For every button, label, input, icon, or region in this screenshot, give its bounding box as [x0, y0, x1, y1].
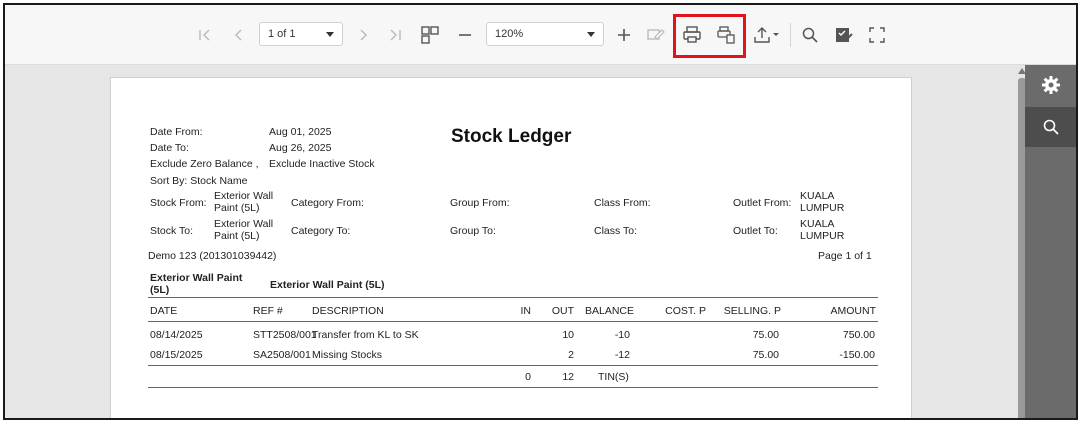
- right-sidebar: [1025, 65, 1076, 418]
- stock-from-label: Stock From:: [150, 197, 207, 209]
- outlet-to-value: KUALA LUMPUR: [800, 218, 845, 242]
- multipage-view-button[interactable]: [417, 22, 443, 48]
- table-top-rule: [148, 297, 878, 298]
- stock-from-value: Exterior Wall Paint (5L): [214, 190, 274, 214]
- stock-to-value: Exterior Wall Paint (5L): [214, 218, 274, 242]
- chevron-right-icon: [360, 29, 367, 41]
- zoom-out-button[interactable]: [453, 22, 477, 48]
- cell-balance: -10: [614, 329, 630, 341]
- stock-to-label: Stock To:: [150, 225, 193, 237]
- chevron-down-icon: [587, 32, 595, 37]
- outlet-from-value: KUALA LUMPUR: [800, 190, 845, 214]
- cell-balance: -12: [614, 349, 630, 361]
- options-zero-balance: Exclude Zero Balance ,: [150, 158, 259, 170]
- first-page-button[interactable]: [195, 22, 215, 48]
- col-date: DATE: [150, 305, 178, 317]
- cell-out: 10: [562, 329, 574, 341]
- totals-bottom-rule: [148, 387, 878, 388]
- last-page-button[interactable]: [385, 22, 405, 48]
- previous-page-button[interactable]: [229, 22, 249, 48]
- toolbar-divider: [790, 23, 791, 47]
- sort-by: Sort By: Stock Name: [150, 175, 248, 187]
- col-out: OUT: [551, 305, 574, 317]
- search-icon: [802, 27, 818, 43]
- item-code: Exterior Wall Paint (5L): [150, 272, 243, 296]
- toolbar: 1 of 1 120%: [5, 5, 1076, 65]
- page-select-value: 1 of 1: [268, 28, 296, 40]
- col-selling: SELLING. P: [723, 305, 781, 317]
- table-header-rule: [148, 321, 878, 322]
- next-page-button[interactable]: [353, 22, 373, 48]
- category-to-label: Category To:: [291, 225, 351, 237]
- group-from-label: Group From:: [450, 197, 510, 209]
- group-to-label: Group To:: [450, 225, 496, 237]
- search-icon: [1043, 119, 1059, 135]
- class-to-label: Class To:: [594, 225, 637, 237]
- page-info: Page 1 of 1: [818, 250, 872, 262]
- col-cost: COST. P: [665, 305, 706, 317]
- last-page-icon: [390, 29, 401, 41]
- parameters-icon: [836, 28, 853, 42]
- cell-description: Missing Stocks: [312, 349, 383, 361]
- search-button[interactable]: [798, 22, 822, 48]
- totals-top-rule: [148, 365, 878, 366]
- plus-icon: [618, 29, 630, 41]
- gear-icon: [1041, 76, 1060, 94]
- col-ref: REF #: [253, 305, 283, 317]
- cell-amount: -150.00: [839, 349, 875, 361]
- col-in: IN: [520, 305, 532, 317]
- report-viewer-window: 1 of 1 120% Date From: Aug 01, 2025 Date…: [3, 3, 1078, 420]
- options-inactive-stock: Exclude Inactive Stock: [269, 158, 375, 170]
- outlet-to-label: Outlet To:: [733, 225, 778, 237]
- cell-out: 2: [568, 349, 574, 361]
- class-from-label: Class From:: [594, 197, 651, 209]
- chevron-left-icon: [235, 29, 242, 41]
- minus-icon: [459, 34, 471, 36]
- company-name: Demo 123 (201301039442): [148, 250, 277, 262]
- report-page: Date From: Aug 01, 2025 Date To: Aug 26,…: [110, 77, 912, 418]
- total-unit: TIN(S): [598, 371, 629, 383]
- cell-ref: STT2508/001: [253, 329, 317, 341]
- zoom-select[interactable]: 120%: [486, 22, 604, 46]
- upload-icon: [754, 27, 779, 43]
- cell-date: 08/14/2025: [150, 329, 203, 341]
- col-description: DESCRIPTION: [312, 305, 384, 317]
- category-from-label: Category From:: [291, 197, 364, 209]
- fullscreen-icon: [869, 27, 885, 43]
- cell-selling: 75.00: [752, 349, 779, 361]
- edit-fields-icon: [647, 29, 665, 40]
- page-select[interactable]: 1 of 1: [259, 22, 343, 46]
- date-to-value: Aug 26, 2025: [269, 142, 332, 154]
- first-page-icon: [199, 29, 210, 41]
- cell-description: Transfer from KL to SK: [312, 329, 419, 341]
- settings-tab-button[interactable]: [1025, 65, 1076, 105]
- date-from-value: Aug 01, 2025: [269, 126, 332, 138]
- total-out: 12: [562, 371, 574, 383]
- export-button[interactable]: [750, 22, 782, 48]
- date-to-label: Date To:: [150, 142, 189, 154]
- editing-fields-button[interactable]: [643, 22, 669, 48]
- multipage-icon: [421, 26, 439, 44]
- parameters-button[interactable]: [831, 22, 857, 48]
- cell-ref: SA2508/001: [253, 349, 311, 361]
- document-viewer: Date From: Aug 01, 2025 Date To: Aug 26,…: [5, 65, 1025, 418]
- print-buttons-highlight: [673, 14, 746, 58]
- report-title: Stock Ledger: [451, 126, 572, 147]
- chevron-down-icon: [326, 32, 334, 37]
- zoom-select-value: 120%: [495, 28, 524, 40]
- col-balance: BALANCE: [585, 305, 635, 317]
- search-tab-button[interactable]: [1025, 107, 1076, 147]
- item-name: Exterior Wall Paint (5L): [270, 279, 385, 291]
- col-amount: AMOUNT: [830, 305, 877, 317]
- cell-selling: 75.00: [752, 329, 779, 341]
- date-from-label: Date From:: [150, 126, 203, 138]
- total-in: 0: [525, 371, 531, 383]
- outlet-from-label: Outlet From:: [733, 197, 792, 209]
- cell-date: 08/15/2025: [150, 349, 203, 361]
- cell-amount: 750.00: [842, 329, 875, 341]
- zoom-in-button[interactable]: [612, 22, 636, 48]
- fullscreen-button[interactable]: [865, 22, 889, 48]
